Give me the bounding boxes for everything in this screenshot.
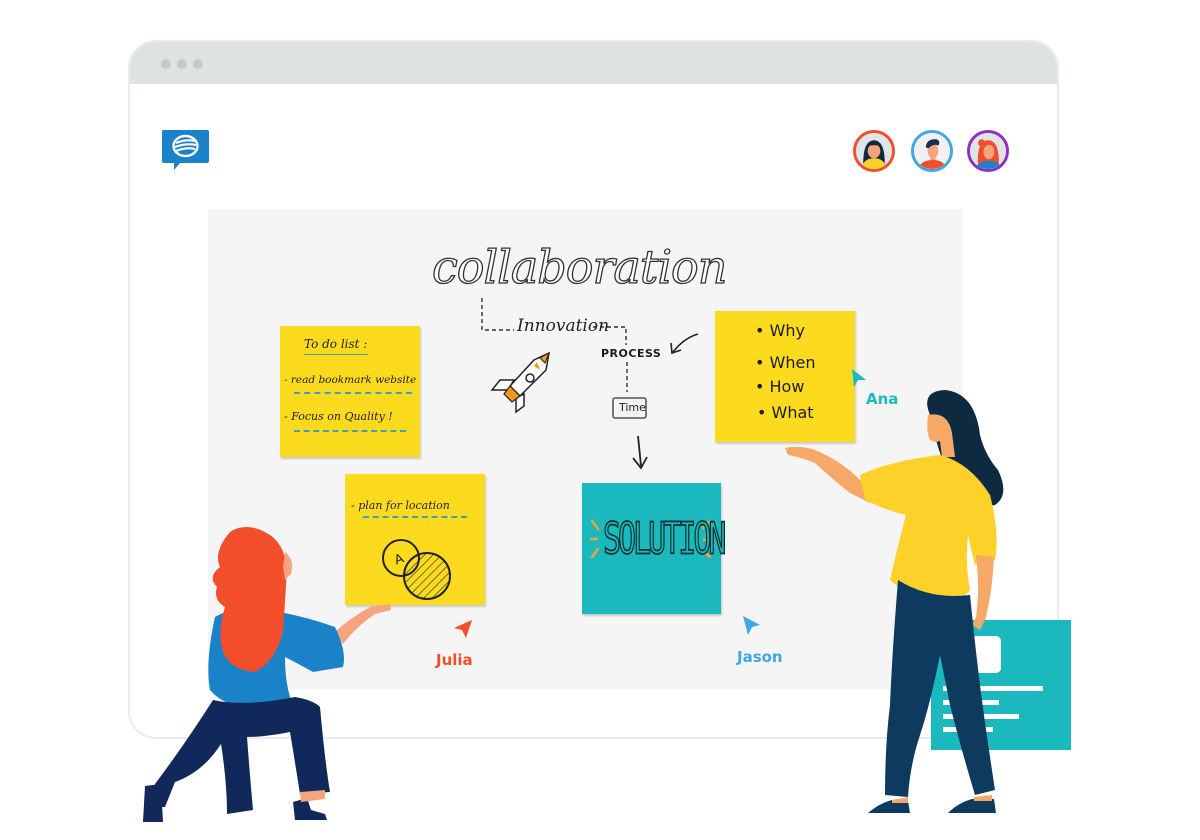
rocket-icon — [490, 351, 550, 414]
cursor-label-julia: Julia — [436, 651, 473, 669]
cursor-julia-icon — [454, 620, 472, 638]
mindmap-node-innovation: Innovation — [517, 316, 610, 336]
todo-item: - Focus on Quality ! — [284, 410, 393, 423]
arrow-to-solution — [637, 435, 642, 467]
mindmap-node-process: PROCESS — [601, 347, 662, 360]
arrow-to-process — [672, 333, 699, 353]
plan-item: - plan for location — [351, 499, 450, 512]
solution-text: SOLUTION — [602, 513, 727, 566]
question-item: • When — [755, 353, 816, 372]
mindmap-node-time: Time — [619, 401, 646, 414]
cursor-label-jason: Jason — [737, 648, 783, 666]
connector-title-innovation — [481, 298, 514, 331]
todo-item: - read bookmark website — [284, 374, 417, 386]
question-item: • Why — [755, 321, 805, 340]
sticky-note-solution[interactable]: SOLUTION — [582, 483, 727, 614]
cursor-jason-icon — [743, 616, 760, 635]
person-ana-illustration — [785, 390, 1004, 813]
todo-heading: To do list : — [304, 337, 368, 351]
person-julia-illustration — [143, 527, 391, 822]
sticky-note-todo[interactable]: To do list : - read bookmark website - F… — [280, 326, 420, 457]
